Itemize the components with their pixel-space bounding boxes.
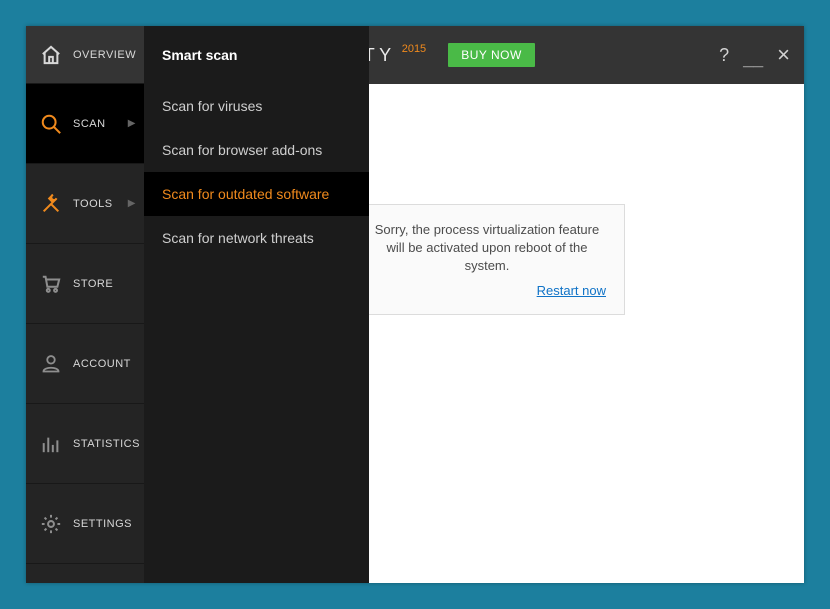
sidebar: OVERVIEW SCAN ▶ TOOLS ▶ STORE AC	[26, 26, 144, 583]
sidebar-item-label: OVERVIEW	[73, 49, 136, 61]
sidebar-item-label: ACCOUNT	[73, 358, 131, 370]
sidebar-item-statistics[interactable]: STATISTICS	[26, 404, 144, 484]
scan-submenu: Smart scan Scan for viruses Scan for bro…	[144, 26, 369, 583]
minimize-icon[interactable]: __	[743, 49, 763, 70]
submenu-item-scan-outdated[interactable]: Scan for outdated software	[144, 172, 369, 216]
app-title-year: 2015	[402, 43, 426, 55]
chevron-right-icon: ▶	[128, 198, 136, 209]
sidebar-item-scan[interactable]: SCAN ▶	[26, 84, 144, 164]
sidebar-item-label: TOOLS	[73, 198, 113, 210]
sidebar-item-label: SETTINGS	[73, 518, 132, 530]
buy-now-button[interactable]: BUY NOW	[448, 43, 535, 67]
sidebar-item-settings[interactable]: SETTINGS	[26, 484, 144, 564]
house-icon	[40, 45, 62, 65]
help-icon[interactable]: ?	[719, 45, 729, 66]
sidebar-item-account[interactable]: ACCOUNT	[26, 324, 144, 404]
magnifier-icon	[40, 113, 62, 135]
submenu-item-scan-addons[interactable]: Scan for browser add-ons	[144, 128, 369, 172]
notice-text: Sorry, the process virtualization featur…	[375, 222, 599, 273]
chevron-right-icon: ▶	[128, 118, 136, 129]
sidebar-item-label: SCAN	[73, 118, 106, 130]
sidebar-item-label: STORE	[73, 278, 113, 290]
submenu-item-smart-scan[interactable]: Smart scan	[144, 26, 369, 84]
tools-icon	[40, 193, 62, 215]
cart-icon	[40, 274, 62, 294]
person-icon	[40, 354, 62, 374]
gear-icon	[40, 513, 62, 535]
bars-icon	[40, 434, 62, 454]
restart-now-link[interactable]: Restart now	[537, 282, 606, 300]
sidebar-item-overview[interactable]: OVERVIEW	[26, 26, 144, 84]
sidebar-item-label: STATISTICS	[73, 438, 140, 450]
window-controls: ? __ ×	[719, 26, 790, 84]
close-icon[interactable]: ×	[777, 42, 790, 68]
sidebar-item-tools[interactable]: TOOLS ▶	[26, 164, 144, 244]
sidebar-item-store[interactable]: STORE	[26, 244, 144, 324]
submenu-item-scan-network[interactable]: Scan for network threats	[144, 216, 369, 260]
submenu-item-scan-viruses[interactable]: Scan for viruses	[144, 84, 369, 128]
app-window: ERNET SECURITY 2015 BUY NOW ? __ × OVERV…	[26, 26, 804, 583]
